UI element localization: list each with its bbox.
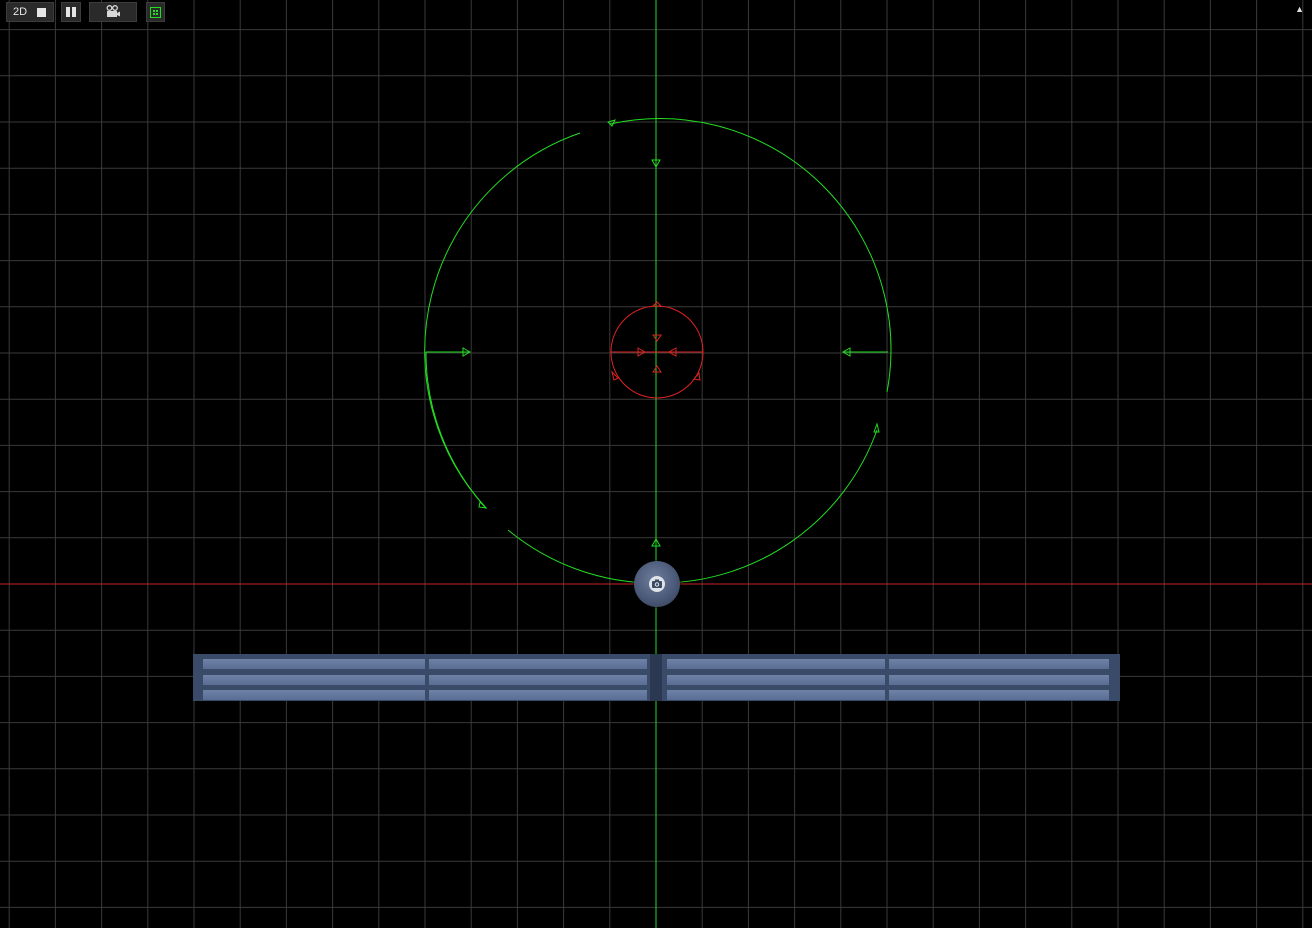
strip-cell[interactable]: [429, 690, 647, 700]
view-mode-button[interactable]: 2D: [6, 2, 54, 22]
split-view-button[interactable]: [61, 2, 81, 22]
strip-cell[interactable]: [203, 675, 425, 685]
frame-selection-icon: [150, 6, 161, 18]
inner-arc-arrow-icon: [651, 301, 663, 307]
outer-circle-handles[interactable]: [426, 119, 888, 547]
strip-cell[interactable]: [203, 690, 425, 700]
strip-cell[interactable]: [429, 659, 647, 669]
video-camera-icon: [106, 5, 120, 17]
collapse-up-icon[interactable]: ▲: [1295, 4, 1304, 14]
arc-arrow-icon: [607, 119, 616, 127]
strip-cell[interactable]: [889, 690, 1109, 700]
strip-cell[interactable]: [667, 675, 885, 685]
inner-bottom-handle-icon: [652, 365, 662, 373]
outer-circle-gizmo[interactable]: [424, 118, 892, 584]
strip-cell[interactable]: [889, 675, 1109, 685]
split-view-icon: [65, 7, 77, 17]
stop-icon: [37, 7, 47, 17]
strip-cell[interactable]: [667, 659, 885, 669]
inner-top-handle-icon: [652, 334, 662, 342]
viewport-2d[interactable]: [0, 0, 1312, 928]
sprite-strip[interactable]: [193, 654, 1120, 701]
view-mode-label: 2D: [13, 6, 28, 18]
strip-cell[interactable]: [889, 659, 1109, 669]
camera-node[interactable]: [634, 561, 680, 607]
inner-circle-gizmo[interactable]: [610, 301, 704, 399]
arc-arrow-icon: [478, 500, 488, 509]
camera-icon: [649, 576, 665, 592]
inner-arc-arrow-icon: [611, 370, 619, 381]
strip-cell[interactable]: [667, 690, 885, 700]
scene-canvas[interactable]: [0, 0, 1312, 928]
strip-cell[interactable]: [429, 675, 647, 685]
strip-cell[interactable]: [203, 659, 425, 669]
camera-button[interactable]: [89, 2, 137, 22]
frame-selection-button[interactable]: [146, 2, 165, 22]
strip-divider: [650, 654, 662, 701]
